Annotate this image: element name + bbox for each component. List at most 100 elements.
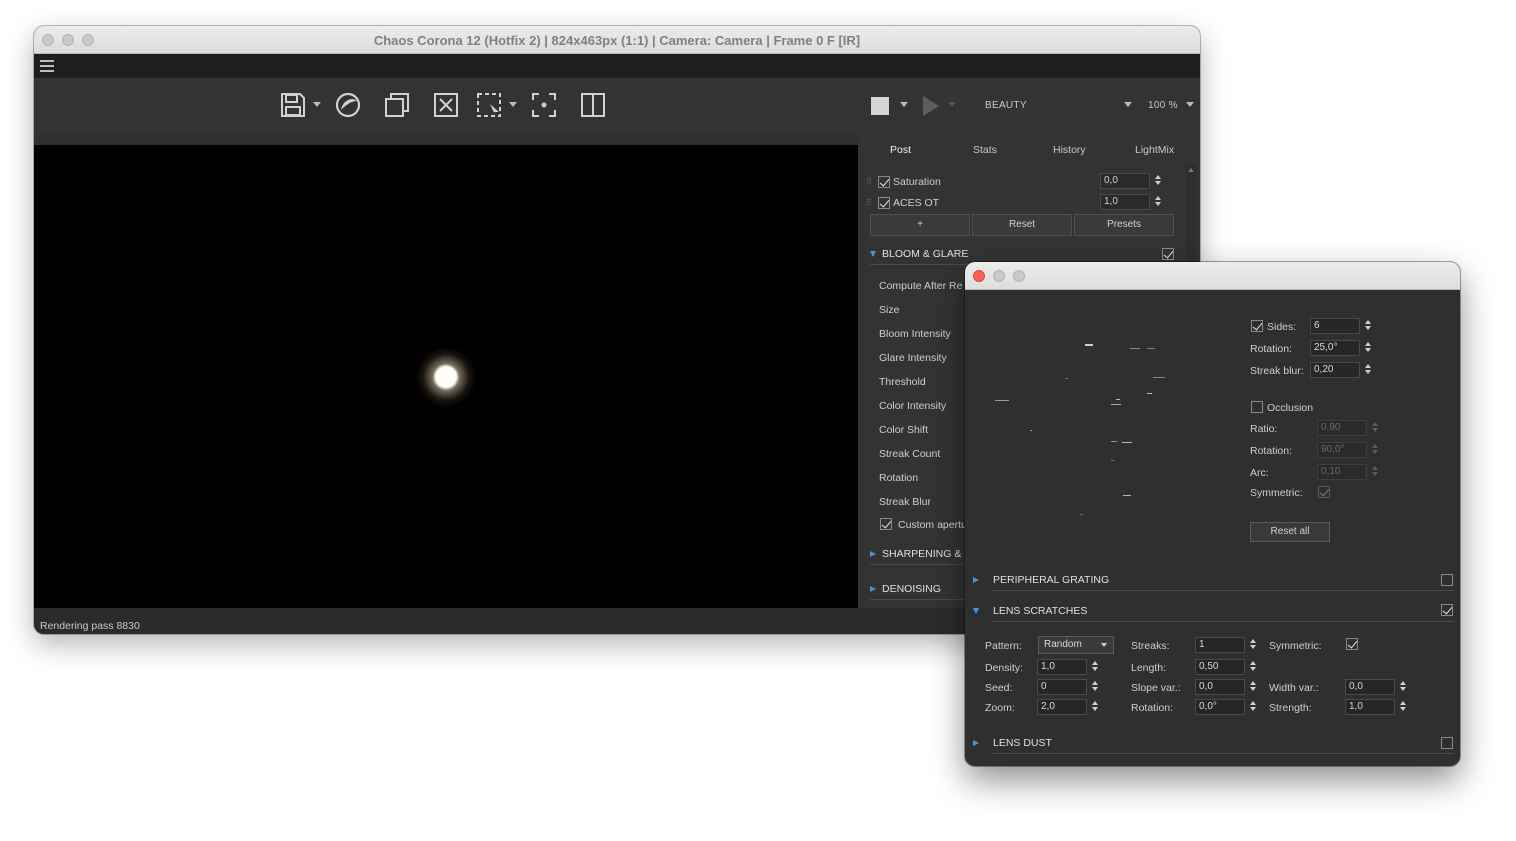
slope-var-label: Slope var.: — [1131, 682, 1181, 694]
reset-all-button[interactable]: Reset all — [1250, 522, 1330, 542]
streak-blur-input[interactable]: 0,20 — [1310, 362, 1360, 378]
peripheral-grating-header[interactable]: PERIPHERAL GRATING — [973, 574, 1109, 586]
render-pass-dropdown-icon[interactable] — [1124, 102, 1132, 107]
add-operator-button[interactable]: + — [870, 214, 970, 236]
scroll-up-icon[interactable] — [1188, 168, 1194, 172]
aces-input[interactable]: 1,0 — [1100, 194, 1150, 210]
compute-after-resize-label: Compute After Re — [879, 280, 963, 292]
divider — [993, 590, 1454, 591]
corona-logo-icon[interactable] — [333, 90, 363, 120]
symmetric-checkbox[interactable] — [1318, 486, 1330, 498]
streak-blur-spinner[interactable] — [1363, 362, 1373, 378]
menu-icon[interactable] — [40, 60, 54, 72]
render-pass-select[interactable]: BEAUTY — [985, 100, 1027, 111]
peripheral-grating-checkbox[interactable] — [1441, 574, 1453, 586]
tab-post[interactable]: Post — [890, 144, 911, 156]
strength-input[interactable]: 1,0 — [1345, 699, 1395, 715]
light-source-glow — [416, 347, 476, 407]
save-icon[interactable] — [278, 90, 308, 120]
focus-icon[interactable] — [529, 90, 559, 120]
length-input[interactable]: 0,50 — [1195, 659, 1245, 675]
scratch-mark — [1030, 430, 1032, 431]
reset-button[interactable]: Reset — [972, 214, 1072, 236]
slope-var-spinner[interactable] — [1248, 679, 1258, 695]
density-spinner[interactable] — [1090, 659, 1100, 675]
zoom-dropdown-icon[interactable] — [1186, 102, 1194, 107]
strength-spinner[interactable] — [1398, 699, 1408, 715]
sides-label: Sides: — [1267, 321, 1297, 333]
scratch-symmetric-checkbox[interactable] — [1346, 638, 1358, 650]
lens-scratches-checkbox[interactable] — [1441, 604, 1453, 616]
density-input[interactable]: 1,0 — [1037, 659, 1087, 675]
presets-button[interactable]: Presets — [1074, 214, 1174, 236]
rotation-input[interactable]: 25,0° — [1310, 340, 1360, 356]
scratch-mark — [1130, 348, 1140, 349]
seed-input[interactable]: 0 — [1037, 679, 1087, 695]
stop-dropdown-icon[interactable] — [900, 102, 908, 107]
ratio-spinner[interactable] — [1370, 420, 1380, 436]
scratch-rotation-spinner[interactable] — [1248, 699, 1258, 715]
drag-handle-icon[interactable]: ⠿ — [866, 177, 872, 186]
width-var-input[interactable]: 0,0 — [1345, 679, 1395, 695]
saturation-spinner[interactable] — [1153, 173, 1163, 189]
play-dropdown-icon[interactable] — [948, 102, 956, 107]
sides-checkbox[interactable] — [1251, 320, 1263, 332]
occlusion-rotation-input[interactable]: 90,0° — [1317, 442, 1367, 458]
sharpening-header[interactable]: SHARPENING & B — [870, 548, 971, 560]
render-viewport[interactable] — [34, 134, 858, 608]
occlusion-checkbox[interactable] — [1251, 401, 1263, 413]
symmetric-label: Symmetric: — [1250, 487, 1303, 499]
drag-handle-icon[interactable]: ⠿ — [866, 198, 872, 207]
expand-icon — [870, 551, 876, 558]
custom-aperture-checkbox[interactable] — [880, 518, 892, 530]
slope-var-input[interactable]: 0,0 — [1195, 679, 1245, 695]
zoom-input[interactable]: 2,0 — [1037, 699, 1087, 715]
zoom-select[interactable]: 100 % — [1148, 100, 1178, 111]
stop-icon[interactable] — [871, 97, 889, 115]
divider — [993, 753, 1454, 754]
rotation-spinner[interactable] — [1363, 340, 1373, 356]
lens-scratches-header[interactable]: LENS SCRATCHES — [973, 605, 1087, 617]
tab-history[interactable]: History — [1053, 144, 1086, 156]
saturation-checkbox[interactable] — [878, 176, 890, 188]
zoom-spinner[interactable] — [1090, 699, 1100, 715]
scratch-mark — [1065, 378, 1068, 379]
length-spinner[interactable] — [1248, 659, 1258, 675]
bloom-enable-checkbox[interactable] — [1162, 248, 1174, 260]
region-select-icon[interactable] — [474, 90, 504, 120]
minimize-button[interactable] — [993, 270, 1005, 282]
denoising-header[interactable]: DENOISING — [870, 583, 941, 595]
bloom-glare-header[interactable]: BLOOM & GLARE — [870, 248, 968, 260]
occlusion-rotation-spinner[interactable] — [1370, 442, 1380, 458]
compare-icon[interactable] — [578, 90, 608, 120]
width-var-spinner[interactable] — [1398, 679, 1408, 695]
saturation-input[interactable]: 0,0 — [1100, 173, 1150, 189]
streaks-input[interactable]: 1 — [1195, 637, 1245, 653]
color-intensity-label: Color Intensity — [879, 400, 947, 412]
ratio-input[interactable]: 0,90 — [1317, 420, 1367, 436]
pattern-select[interactable]: Random — [1038, 636, 1114, 654]
divider — [993, 621, 1454, 622]
play-icon[interactable] — [923, 96, 939, 116]
aces-checkbox[interactable] — [878, 197, 890, 209]
seed-spinner[interactable] — [1090, 679, 1100, 695]
sides-spinner[interactable] — [1363, 318, 1373, 334]
aces-spinner[interactable] — [1153, 194, 1163, 210]
copy-icon[interactable] — [382, 90, 412, 120]
streaks-spinner[interactable] — [1248, 637, 1258, 653]
zoom-button[interactable] — [1013, 270, 1025, 282]
tab-lightmix[interactable]: LightMix — [1135, 144, 1174, 156]
arc-input[interactable]: 0,10 — [1317, 464, 1367, 480]
arc-spinner[interactable] — [1370, 464, 1380, 480]
scratch-rotation-input[interactable]: 0,0° — [1195, 699, 1245, 715]
lens-dust-header[interactable]: LENS DUST — [973, 737, 1052, 749]
region-dropdown-icon[interactable] — [509, 102, 517, 107]
scratch-mark — [1085, 344, 1093, 346]
aces-label: ACES OT — [893, 197, 940, 209]
clear-icon[interactable] — [431, 90, 461, 120]
close-button[interactable] — [973, 270, 985, 282]
sides-input[interactable]: 6 — [1310, 318, 1360, 334]
save-dropdown-icon[interactable] — [313, 102, 321, 107]
lens-dust-checkbox[interactable] — [1441, 737, 1453, 749]
tab-stats[interactable]: Stats — [973, 144, 997, 156]
